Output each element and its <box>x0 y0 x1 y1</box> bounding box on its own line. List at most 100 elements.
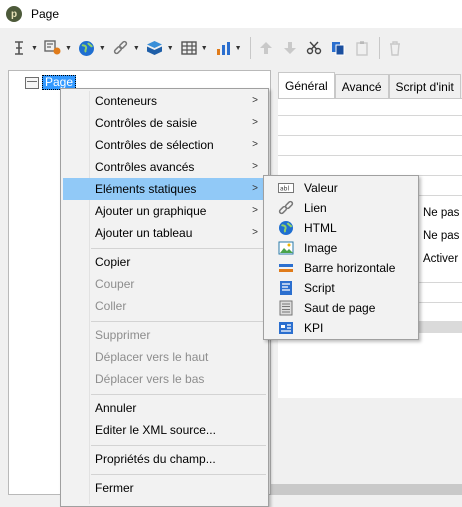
cut-icon <box>305 39 323 57</box>
tab-init-script[interactable]: Script d'init <box>388 74 461 98</box>
context-menu: Conteneurs > Contrôles de saisie > Contrôl… <box>60 88 269 507</box>
insert-cursor-button[interactable]: ▼ <box>10 36 38 60</box>
kpi-icon <box>278 320 294 336</box>
submenu-item-html[interactable]: HTML <box>266 218 416 238</box>
move-up-button[interactable] <box>257 36 275 60</box>
menu-item-close[interactable]: Fermer <box>63 477 266 499</box>
menu-item-delete[interactable]: Supprimer <box>63 324 266 346</box>
copy-button[interactable] <box>329 36 347 60</box>
cut-button[interactable] <box>305 36 323 60</box>
chevron-down-icon[interactable]: ▼ <box>65 45 72 52</box>
menu-item-label: Fermer <box>95 481 134 495</box>
menu-item-add-table[interactable]: Ajouter un tableau > <box>63 222 266 244</box>
page-break-icon <box>278 300 294 316</box>
chevron-down-icon[interactable]: ▼ <box>167 45 174 52</box>
form-control-button[interactable]: ▼ <box>44 36 72 60</box>
chevron-down-icon[interactable]: ▼ <box>201 45 208 52</box>
table-button[interactable]: ▼ <box>180 36 208 60</box>
submenu-item-label: Barre horizontale <box>304 261 396 275</box>
paste-icon <box>353 39 371 57</box>
title-bar: p Page <box>0 0 462 28</box>
chart-button[interactable]: ▼ <box>214 36 242 60</box>
chevron-right-icon: > <box>252 95 258 106</box>
submenu-item-kpi[interactable]: KPI <box>266 318 416 338</box>
menu-item-label: Conteneurs <box>95 94 158 108</box>
menu-item-containers[interactable]: Conteneurs > <box>63 90 266 112</box>
chevron-down-icon[interactable]: ▼ <box>31 45 38 52</box>
chevron-down-icon[interactable]: ▼ <box>99 45 106 52</box>
globe-icon <box>78 39 96 57</box>
menu-item-advanced-controls[interactable]: Contrôles avancés > <box>63 156 266 178</box>
chevron-right-icon: > <box>252 139 258 150</box>
menu-item-selection-controls[interactable]: Contrôles de sélection > <box>63 134 266 156</box>
chevron-down-icon[interactable]: ▼ <box>235 45 242 52</box>
menu-item-label: Annuler <box>95 401 137 415</box>
menu-item-static-elements[interactable]: Eléments statiques > <box>63 178 266 200</box>
submenu-item-link[interactable]: Lien <box>266 198 416 218</box>
submenu-item-label: Lien <box>304 201 327 215</box>
globe-icon <box>278 220 294 236</box>
submenu-item-value[interactable]: abl Valeur <box>266 178 416 198</box>
move-down-icon <box>281 39 299 57</box>
chevron-down-icon[interactable]: ▼ <box>133 45 140 52</box>
menu-item-label: Editer le XML source... <box>95 423 216 437</box>
menu-separator <box>91 445 266 446</box>
horizontal-bar-icon <box>278 260 294 276</box>
app-logo-icon: p <box>6 6 22 22</box>
menu-item-label: Contrôles de sélection <box>95 138 214 152</box>
submenu-item-label: KPI <box>304 321 324 335</box>
option-label[interactable]: Ne pas a <box>423 230 462 242</box>
move-down-button[interactable] <box>281 36 299 60</box>
static-elements-submenu: abl Valeur Lien HTML Image Barre horizon… <box>263 175 419 340</box>
container-button[interactable]: ▼ <box>146 36 174 60</box>
menu-item-add-chart[interactable]: Ajouter un graphique > <box>63 200 266 222</box>
menu-item-copy[interactable]: Copier <box>63 251 266 273</box>
menu-item-undo[interactable]: Annuler <box>63 397 266 419</box>
tab-bar: Général Avancé Script d'init <box>278 72 461 98</box>
script-icon <box>278 280 294 296</box>
menu-item-label: Eléments statiques <box>95 182 197 196</box>
option-label[interactable]: Activer l <box>423 253 462 265</box>
menu-item-label: Déplacer vers le haut <box>95 350 209 364</box>
insert-cursor-icon <box>10 39 28 57</box>
chevron-right-icon: > <box>252 227 258 238</box>
menu-separator <box>91 394 266 395</box>
submenu-item-page-break[interactable]: Saut de page <box>266 298 416 318</box>
table-icon <box>180 39 198 57</box>
tab-general[interactable]: Général <box>278 72 335 98</box>
submenu-item-image[interactable]: Image <box>266 238 416 258</box>
menu-item-label: Coller <box>95 299 127 313</box>
delete-button[interactable] <box>386 36 404 60</box>
menu-item-label: Copier <box>95 255 131 269</box>
field-divider <box>278 155 462 156</box>
option-label[interactable]: Ne pas a <box>423 207 462 219</box>
menu-item-move-down[interactable]: Déplacer vers le bas <box>63 368 266 390</box>
tab-advanced[interactable]: Avancé <box>334 74 389 98</box>
toolbar: ▼ ▼ ▼ ▼ ▼ ▼ ▼ <box>0 28 462 68</box>
menu-separator <box>91 321 266 322</box>
menu-item-paste[interactable]: Coller <box>63 295 266 317</box>
form-control-icon <box>44 39 62 57</box>
image-icon <box>278 240 294 256</box>
menu-item-label: Déplacer vers le bas <box>95 372 205 386</box>
submenu-item-script[interactable]: Script <box>266 278 416 298</box>
chevron-right-icon: > <box>252 161 258 172</box>
menu-item-edit-xml-source[interactable]: Editer le XML source... <box>63 419 266 441</box>
link-button[interactable]: ▼ <box>112 36 140 60</box>
menu-item-move-up[interactable]: Déplacer vers le haut <box>63 346 266 368</box>
menu-separator <box>91 474 266 475</box>
window-title: Page <box>31 7 60 21</box>
paste-button[interactable] <box>353 36 371 60</box>
link-icon <box>112 39 130 57</box>
menu-item-input-controls[interactable]: Contrôles de saisie > <box>63 112 266 134</box>
submenu-item-horizontal-bar[interactable]: Barre horizontale <box>266 258 416 278</box>
menu-item-label: Ajouter un tableau <box>95 226 193 240</box>
menu-item-label: Propriétés du champ... <box>95 452 216 466</box>
menu-item-cut[interactable]: Couper <box>63 273 266 295</box>
menu-item-label: Contrôles de saisie <box>95 116 198 130</box>
chevron-right-icon: > <box>252 205 258 216</box>
menu-item-field-properties[interactable]: Propriétés du champ... <box>63 448 266 470</box>
toolbar-separator <box>249 37 251 59</box>
horizontal-scrollbar[interactable] <box>271 484 462 495</box>
html-button[interactable]: ▼ <box>78 36 106 60</box>
